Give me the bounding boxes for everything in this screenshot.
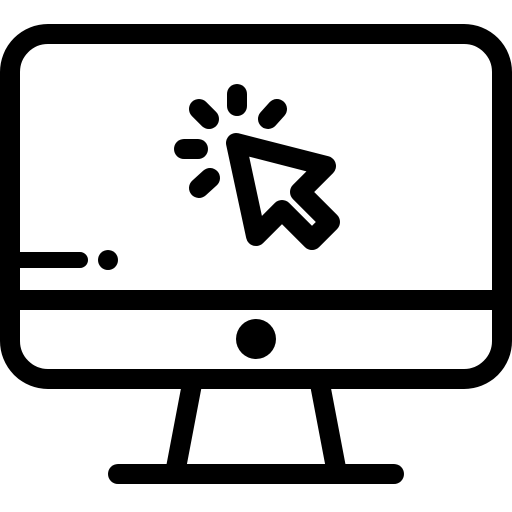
stand-icon [108, 374, 404, 484]
icon-canvas [0, 0, 512, 512]
cursor-pointer-icon [226, 133, 340, 250]
power-button-icon [236, 319, 276, 359]
loading-bar-icon [6, 250, 118, 270]
computer-click-icon [0, 24, 512, 484]
